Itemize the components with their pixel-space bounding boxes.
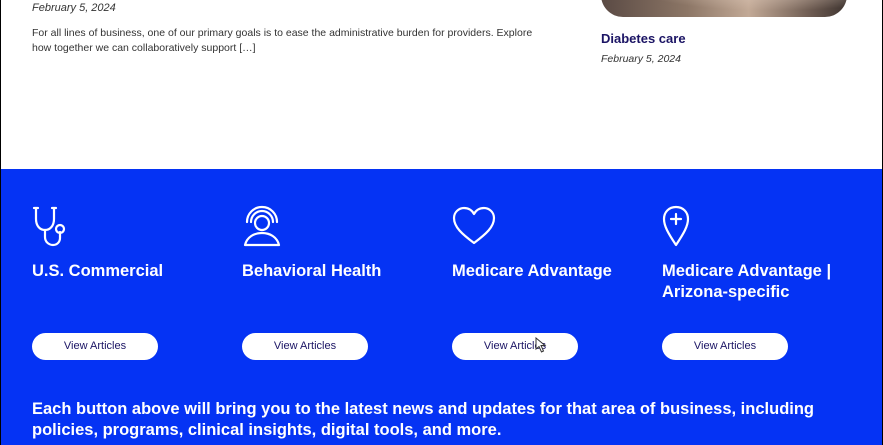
view-articles-button[interactable]: View Articles bbox=[32, 333, 158, 360]
article-date: February 5, 2024 bbox=[32, 2, 116, 14]
business-areas-section: U.S. Commercial View Articles Behavioral… bbox=[1, 169, 882, 445]
article-image[interactable] bbox=[601, 0, 847, 17]
business-area-title: Behavioral Health bbox=[242, 262, 382, 280]
view-articles-button[interactable]: View Articles bbox=[242, 333, 368, 360]
view-articles-button[interactable]: View Articles bbox=[662, 333, 788, 360]
article-excerpt: For all lines of business, one of our pr… bbox=[32, 27, 533, 54]
view-articles-button[interactable]: View Articles bbox=[452, 333, 578, 360]
business-area-title: Medicare Advantage bbox=[452, 262, 612, 280]
heart-icon bbox=[452, 205, 496, 247]
business-area-title: U.S. Commercial bbox=[32, 262, 164, 280]
person-wellbeing-icon bbox=[242, 205, 282, 247]
page-frame: February 5, 2024 For all lines of busine… bbox=[1, 0, 882, 445]
article-date: February 5, 2024 bbox=[601, 53, 681, 65]
location-pin-plus-icon bbox=[662, 205, 690, 247]
business-area-title: Medicare Advantage | Arizona-specific bbox=[662, 262, 832, 301]
section-description: Each button above will bring you to the … bbox=[32, 400, 815, 439]
article-title-link[interactable]: Diabetes care bbox=[601, 31, 686, 46]
stethoscope-icon bbox=[32, 205, 72, 247]
articles-section: February 5, 2024 For all lines of busine… bbox=[1, 0, 882, 169]
mouse-cursor-icon bbox=[534, 336, 548, 353]
